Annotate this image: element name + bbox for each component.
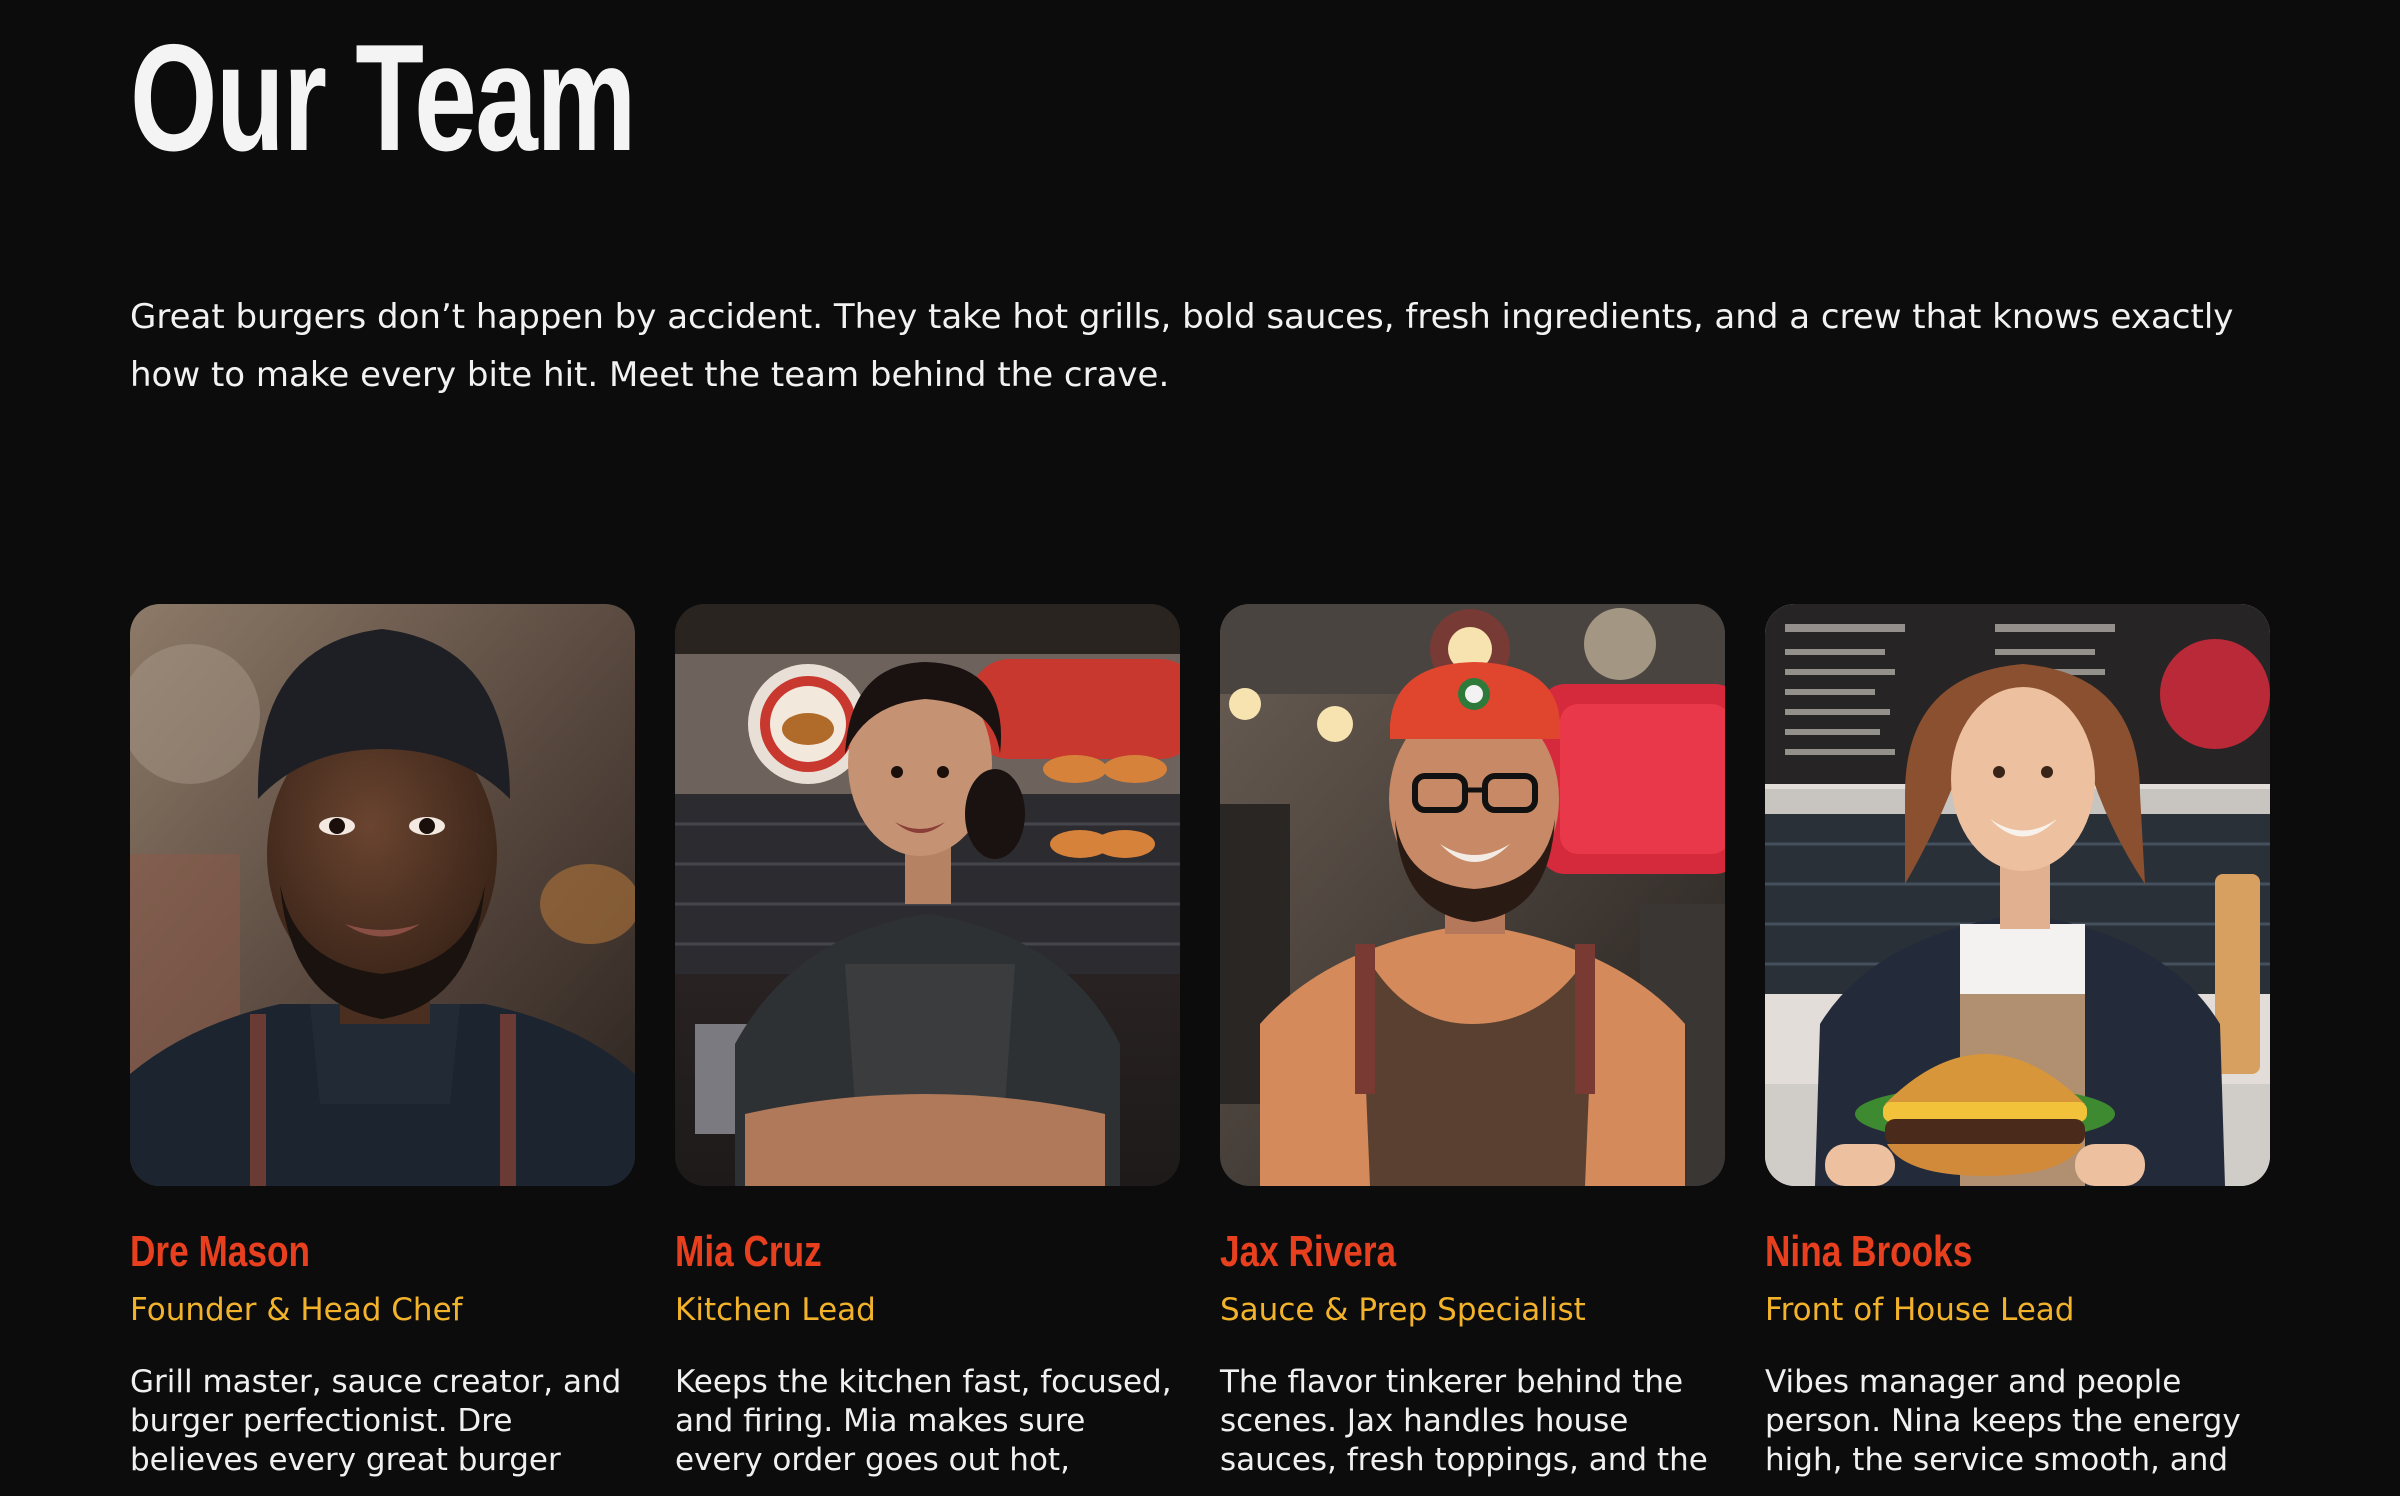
team-member-name: Dre Mason [130,1227,310,1276]
team-member-photo [130,604,635,1186]
team-member-role: Kitchen Lead [675,1292,876,1328]
team-member-card: Nina Brooks Front of House Lead Vibes ma… [1765,604,2270,1480]
team-member-photo [1765,604,2270,1186]
team-grid: Dre Mason Founder & Head Chef Grill mast… [130,604,2270,1480]
team-member-photo [1220,604,1725,1186]
team-member-role: Front of House Lead [1765,1292,2075,1328]
team-member-bio: The flavor tinkerer behind the scenes. J… [1220,1364,1708,1478]
team-member-photo [675,604,1180,1186]
team-member-bio: Grill master, sauce creator, and burger … [130,1364,622,1478]
team-member-role: Founder & Head Chef [130,1292,463,1328]
team-member-card: Dre Mason Founder & Head Chef Grill mast… [130,604,635,1480]
team-member-name: Mia Cruz [675,1227,822,1276]
team-member-bio: Vibes manager and people person. Nina ke… [1765,1364,2241,1478]
team-member-name: Jax Rivera [1220,1227,1397,1276]
team-member-role: Sauce & Prep Specialist [1220,1292,1586,1328]
team-member-bio: Keeps the kitchen fast, focused, and fir… [675,1364,1172,1478]
team-member-card: Mia Cruz Kitchen Lead Keeps the kitchen … [675,604,1180,1480]
intro-text: Great burgers don’t happen by accident. … [130,297,2234,395]
team-member-card: Jax Rivera Sauce & Prep Specialist The f… [1220,604,1725,1480]
team-member-name: Nina Brooks [1765,1227,1973,1276]
page-title: Our Team [130,13,636,183]
